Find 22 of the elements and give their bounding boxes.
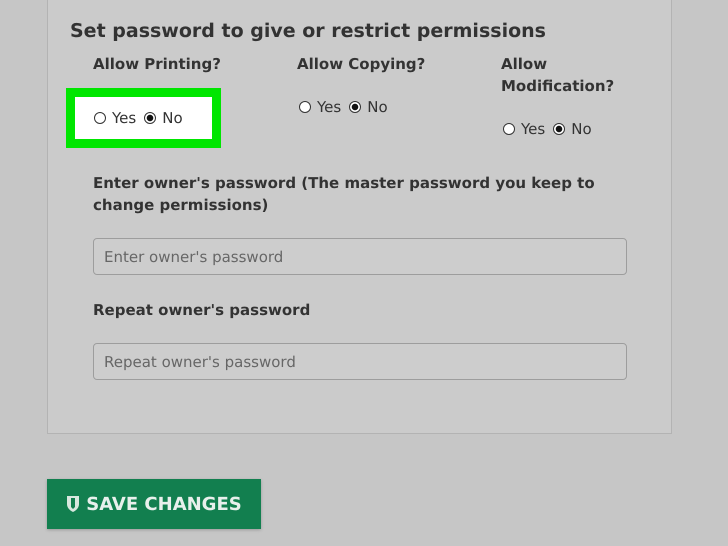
- radio-button[interactable]: [349, 101, 362, 113]
- section-title: Set password to give or restrict permissions: [70, 20, 547, 42]
- password-field[interactable]: Enter owner's password: [93, 238, 627, 275]
- save-button[interactable]: SAVE CHANGES: [47, 479, 261, 529]
- option-label: No: [162, 109, 183, 127]
- question-label: Allow Modification?: [501, 54, 616, 97]
- question-label: Allow Printing?: [93, 54, 221, 75]
- field-label: Enter owner's password (The master password you keep to change permissions): [93, 173, 596, 216]
- shield-icon: [66, 495, 80, 513]
- option-label: Yes: [112, 109, 136, 127]
- field-label: Repeat owner's password: [93, 300, 312, 321]
- question-label: Allow Copying?: [297, 54, 426, 75]
- option-label: No: [571, 120, 592, 138]
- radio-button[interactable]: [503, 123, 515, 135]
- radio-button[interactable]: [553, 123, 566, 135]
- option-label: Yes: [521, 120, 546, 138]
- radio-button[interactable]: [144, 112, 156, 124]
- option-label: Yes: [317, 98, 342, 116]
- password-field[interactable]: Repeat owner's password: [93, 343, 627, 380]
- radio-button[interactable]: [299, 101, 311, 113]
- radio-button[interactable]: [94, 112, 106, 124]
- option-label: No: [367, 98, 388, 116]
